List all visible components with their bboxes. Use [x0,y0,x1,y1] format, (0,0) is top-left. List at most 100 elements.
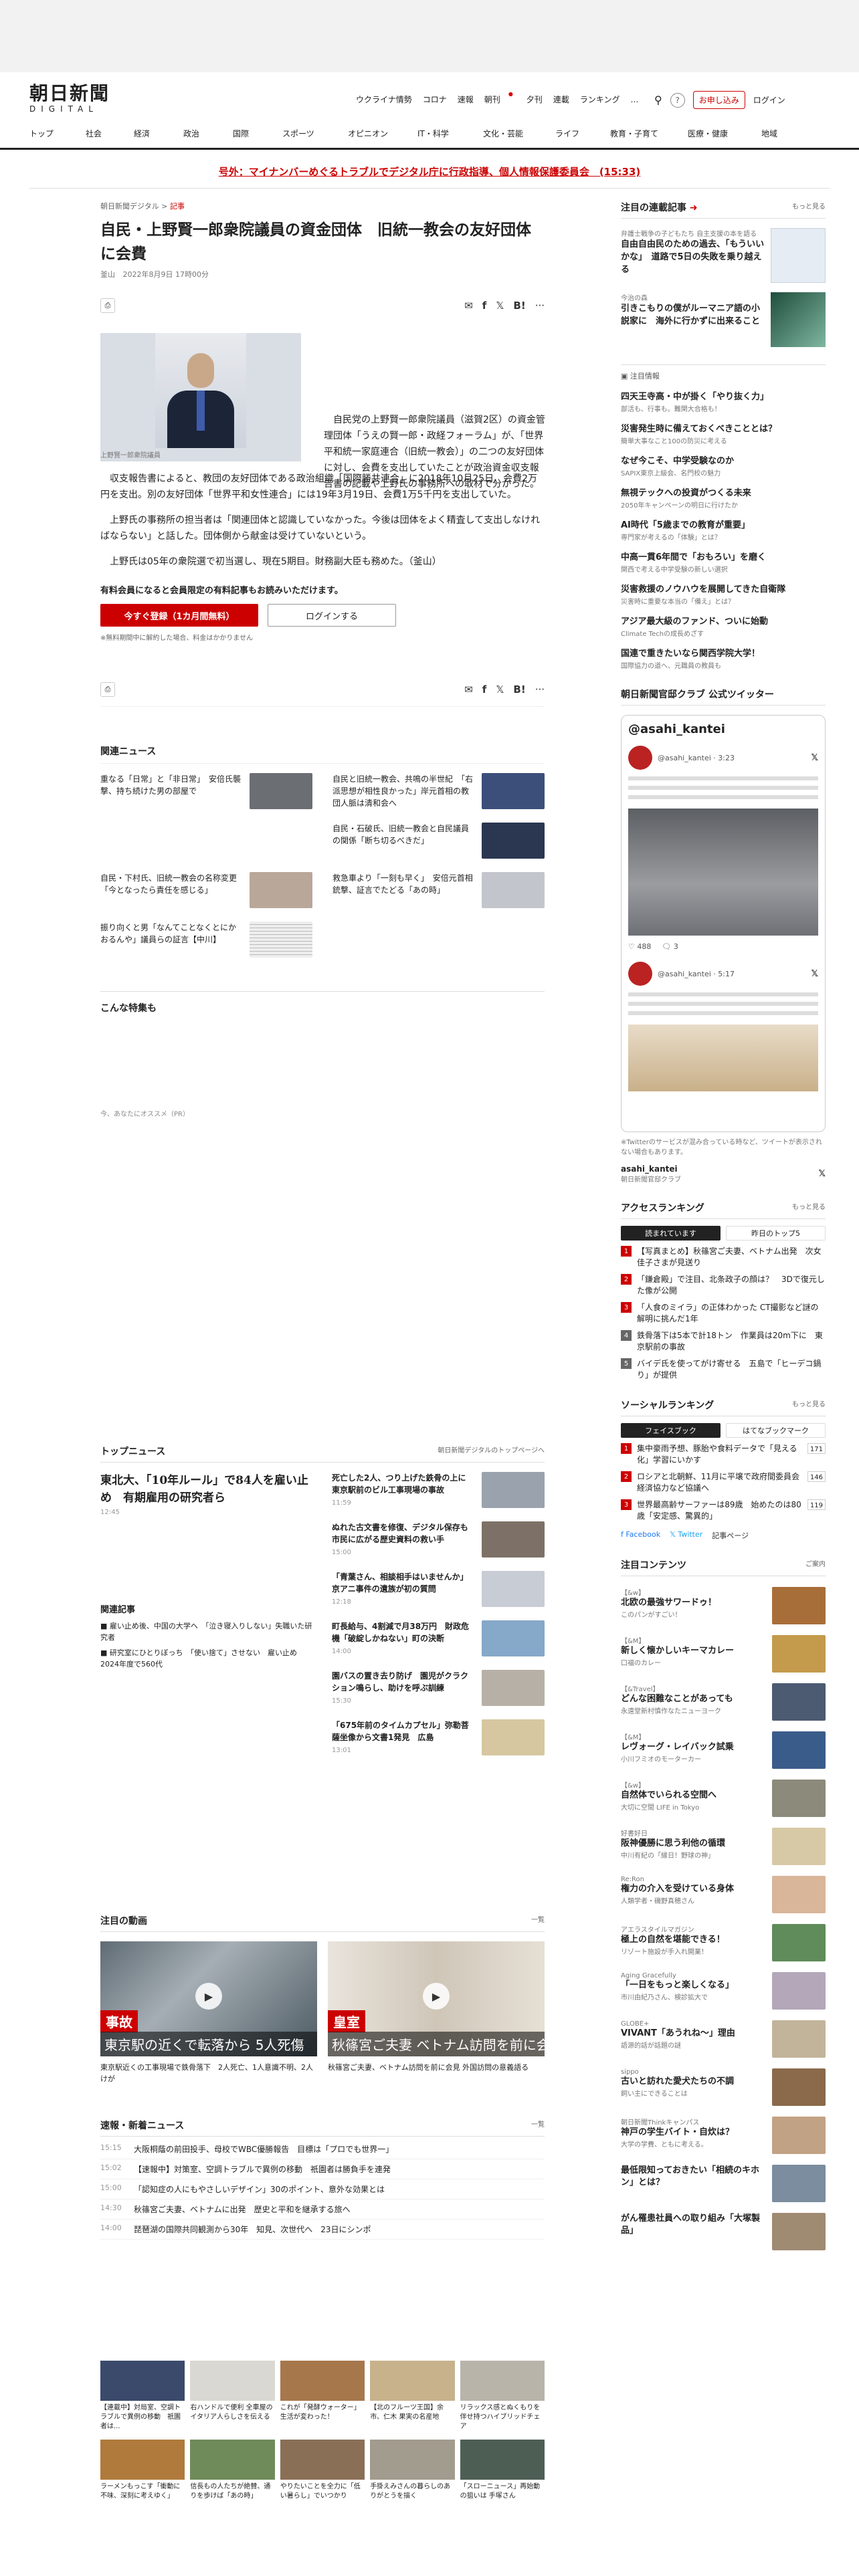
facebook-follow[interactable]: f Facebook [621,1530,660,1541]
ranking-item[interactable]: 1 【写真まとめ】秋篠宮ご夫妻、ベトナム出発 次女佳子さまが見送り [621,1246,826,1269]
ranking-item[interactable]: 4 鉄骨落下は5本で計18トン 作業員は20m下に 東京駅前の事故 [621,1330,826,1353]
ad-card[interactable]: やりたいことを全力に「低い暑らし」でいつかり [280,2440,365,2501]
search-icon[interactable]: ⚲ [654,94,662,106]
top-page-link[interactable]: 朝日新聞デジタルのトップページへ [438,1444,545,1458]
ad-card[interactable]: 【連載中】対局室、空調トラブルで異例の移動 祇園者は... [100,2361,185,2432]
flash-item[interactable]: 14:00 琵琶湖の国際共同観測から30年 知見、次世代へ 23日にシンポ [100,2220,545,2240]
breaking-alert[interactable]: 号外：マイナンバーめぐるトラブルでデジタル庁に行政指導、個人情報保護委員会 (1… [0,165,859,179]
related-item[interactable]: 振り向くと男「なんてことなくとにかおるんや」議員らの証言【中川】 [100,922,312,958]
flash-item[interactable]: 15:15 大阪桐蔭の前田投手、母校でWBC優勝報告 目標は「プロでも世界一」 [100,2139,545,2159]
twitter-icon[interactable]: 𝕏 [496,683,504,695]
social-more-link[interactable]: もっと見る [792,1398,826,1412]
content-item[interactable]: 【&w】 自然体でいられる空間へ 大切に空間 LIFE in Tokyo [621,1780,826,1817]
content-item[interactable]: GLOBE+ VIVANT「あうれね〜」理由 語源的話が話題の謎 [621,2020,826,2058]
tweet[interactable]: @asahi_kantei · 5:17 𝕏 [628,962,818,986]
related-item[interactable]: 自民と旧統一教会、共鳴の半世紀 「右派思想が相性良かった」岸元首相の教団人脈は清… [332,773,545,809]
ranking-item[interactable]: 2 ロシアと北朝鮮、11月に平壌で政府間委員会 経済協力など協議へ 146 [621,1471,826,1494]
print-icon[interactable]: ⎙ [100,298,115,313]
related-item[interactable]: 自民・石破氏、旧統一教会と自民議員の関係「断ち切るべきだ」 [332,823,545,859]
top-news-item[interactable]: 「青葉さん、相談相手はいませんか」京アニ事件の遺族が初の質問 12:18 [332,1571,545,1608]
cat-education[interactable]: 教育・子育て [610,128,688,139]
article-photo[interactable]: 上野賢一郎衆院議員 [100,333,301,461]
nav-ukraine[interactable]: ウクライナ情勢 [356,94,412,105]
top-news-item[interactable]: 「675年前のタイムカプセル」弥勒菩薩坐像から文書1発見 広島 13:01 [332,1719,545,1757]
print-icon[interactable]: ⎙ [100,682,115,697]
cat-top[interactable]: トップ [29,128,86,139]
article-page-link[interactable]: 記事ページ [712,1530,749,1541]
nav-corona[interactable]: コロナ [423,94,447,105]
mail-icon[interactable]: ✉ [464,683,473,695]
series-more-link[interactable]: もっと見る [792,201,826,214]
register-button[interactable]: 今すぐ登録（1カ月間無料） [100,604,258,627]
nav-evening[interactable]: 夕刊 [527,94,543,105]
login-button[interactable]: ログインする [268,604,396,627]
content-item[interactable]: Aging Gracefully 「一日をもっと楽しくなる」 市川由紀乃さん、検診拡… [621,1972,826,2010]
flash-item[interactable]: 15:00 「認知症の人にもやさしいデザイン」30のポイント、意外な効果とは [100,2179,545,2199]
play-icon[interactable]: ▶ [423,1983,450,2010]
login-link[interactable]: ログイン [753,94,785,106]
facebook-icon[interactable]: f [482,683,487,695]
flash-more-link[interactable]: 一覧 [531,2119,545,2132]
ad-card[interactable]: 【北のフルーツ王国】余市、仁木 果実の名産地 [370,2361,455,2432]
ad-card[interactable]: 信長もの人たちが絶賛、通りを歩けば「あの時」 [190,2440,275,2501]
nav-breaking[interactable]: 速報 [458,94,474,105]
more-icon[interactable]: ··· [535,300,545,312]
cat-sports[interactable]: スポーツ [282,128,348,139]
tab-most-read[interactable]: 読まれています [621,1226,721,1241]
ranking-item[interactable]: 5 バイデ氏を使ってがけ寄せる 五島で「ヒーデコ鍋り」が提供 [621,1358,826,1381]
content-item[interactable]: 好書好日 阪神優勝に思う利他の循環 中川有紀の「縁日！野球の神」 [621,1828,826,1865]
access-more-link[interactable]: もっと見る [792,1201,826,1214]
cat-it-science[interactable]: IT・科学 [417,128,483,139]
cat-politics[interactable]: 政治 [183,128,233,139]
tweet-image[interactable] [628,1025,818,1091]
cat-international[interactable]: 国際 [233,128,282,139]
help-icon[interactable]: ? [670,92,685,108]
ad-card[interactable]: 右ハンドルで便利 全車屋のイタリア人らしさを伝える [190,2361,275,2432]
ad-card[interactable]: 「スローニュース」再始動の狙いは 手塚さん [460,2440,545,2501]
related-item[interactable]: 救急車より「一刻も早く」 安倍元首相銃撃、証言でたどる「あの時」 [332,872,545,908]
tab-facebook[interactable]: フェイスブック [621,1423,721,1438]
video-card[interactable]: ▶ 事故 東京駅の近くで転落から 5人死傷 東京駅近くの工事現場で鉄骨落下 2人… [100,1941,317,2084]
cat-economy[interactable]: 経済 [134,128,183,139]
series-item[interactable]: 今治の森 引きこもりの僕がルーマニア語の小説家に 海外に行かずに出来ること [621,292,826,347]
series-item[interactable]: 弁護士戦争の子どもたち 自主支援の本を語る 自由自由民のための過去、「もういいかな… [621,228,826,283]
ad-card[interactable]: リラックス感とぬくもりを伴せ持つハイブリッドチェア [460,2361,545,2432]
twitter-follow[interactable]: 𝕏 Twitter [670,1530,702,1541]
content-item[interactable]: 【&M】 新しく懐かしいキーマカレー 口福のカレー [621,1635,826,1673]
cat-opinion[interactable]: オピニオン [348,128,417,139]
ad-card[interactable]: 手掛えみさんの暮らしのありがとうを描く [370,2440,455,2501]
content-item[interactable]: 【&Travel】 どんな困難なことがあっても 永遠堂新村慎作なたニューヨーク [621,1683,826,1721]
like-count[interactable]: ♡ 488 [628,942,651,951]
related-item[interactable] [100,823,312,859]
nav-morning[interactable]: 朝刊 [484,94,500,105]
twitter-icon[interactable]: 𝕏 [496,300,504,312]
related-item[interactable]: 重なる「日常」と「非日常」 安倍氏襲撃、持ち続けた男の部屋で [100,773,312,809]
related-item[interactable]: 自民・下村氏、旧統一教会の名称変更「今となったら責任を感じる」 [100,872,312,908]
author[interactable]: 釜山 [100,270,115,279]
content-item[interactable]: Re:Ron 権力の介入を受けている身体 人類学者・磯野真穂さん [621,1876,826,1913]
info-item[interactable]: 災害救援のノウハウを展開してきた自衛隊 災害時に重要な本当の「備え」とは？ [621,583,826,606]
top-news-item[interactable]: 町長給与、4割減で月38万円 財政危機「破綻しかねない」町の決断 14:00 [332,1620,545,1658]
twitter-embed[interactable]: @asahi_kantei @asahi_kantei · 3:23 𝕏 ♡ 4… [621,715,826,1132]
tweet-image[interactable] [628,809,818,936]
lead-headline[interactable]: 東北大、「10年ルール」で84人を雇い止め 有期雇用の研究者ら [100,1472,313,1507]
mail-icon[interactable]: ✉ [464,300,473,312]
info-item[interactable]: 災害発生時に備えておくべきこととは？ 簡単大事なこと100の防災に考える [621,423,826,445]
cat-culture[interactable]: 文化・芸能 [483,128,555,139]
site-logo[interactable]: 朝日新聞 DIGITAL [29,79,110,114]
flash-item[interactable]: 14:30 秋篠宮ご夫妻、ベトナムに出発 歴史と平和を継承する旅へ [100,2199,545,2220]
lead-related-item[interactable]: ■ 研究室にひとりぼっち 「使い捨て」させない 雇い止め2024年度で560代 [100,1647,313,1670]
more-icon[interactable]: ··· [535,683,545,695]
lead-related-item[interactable]: ■ 雇い止め後、中国の大学へ 「泣き寝入りしない」失職いた研究者 [100,1620,313,1643]
cat-health[interactable]: 医療・健康 [688,128,761,139]
reply-count[interactable]: 🗨 3 [662,942,678,951]
info-item[interactable]: 四天王寺高・中が掛く「やり抜く力」 部活も、行事も。難関大合格も！ [621,391,826,413]
facebook-icon[interactable]: f [482,300,487,312]
content-more-link[interactable]: ご案内 [805,1558,826,1572]
flash-item[interactable]: 15:02 【速報中】対策室、空調トラブルで異例の移動 祇園者は勝負手を連発 [100,2159,545,2179]
tab-yesterday[interactable]: 昨日のトップ5 [726,1226,826,1241]
video-card[interactable]: ▶ 皇室 秋篠宮ご夫妻 ベトナム訪問を前に会見 秋篠宮ご夫妻、ベトナム訪問を前に… [328,1941,545,2084]
content-item[interactable]: がん罹患社員への取り組み「大塚製品」 [621,2213,826,2250]
top-news-item[interactable]: 死亡した2人、つり上げた鉄骨の上に 東京駅前のビル工事現場の事故 11:59 [332,1472,545,1509]
tab-hatena[interactable]: はてなブックマーク [726,1423,826,1438]
